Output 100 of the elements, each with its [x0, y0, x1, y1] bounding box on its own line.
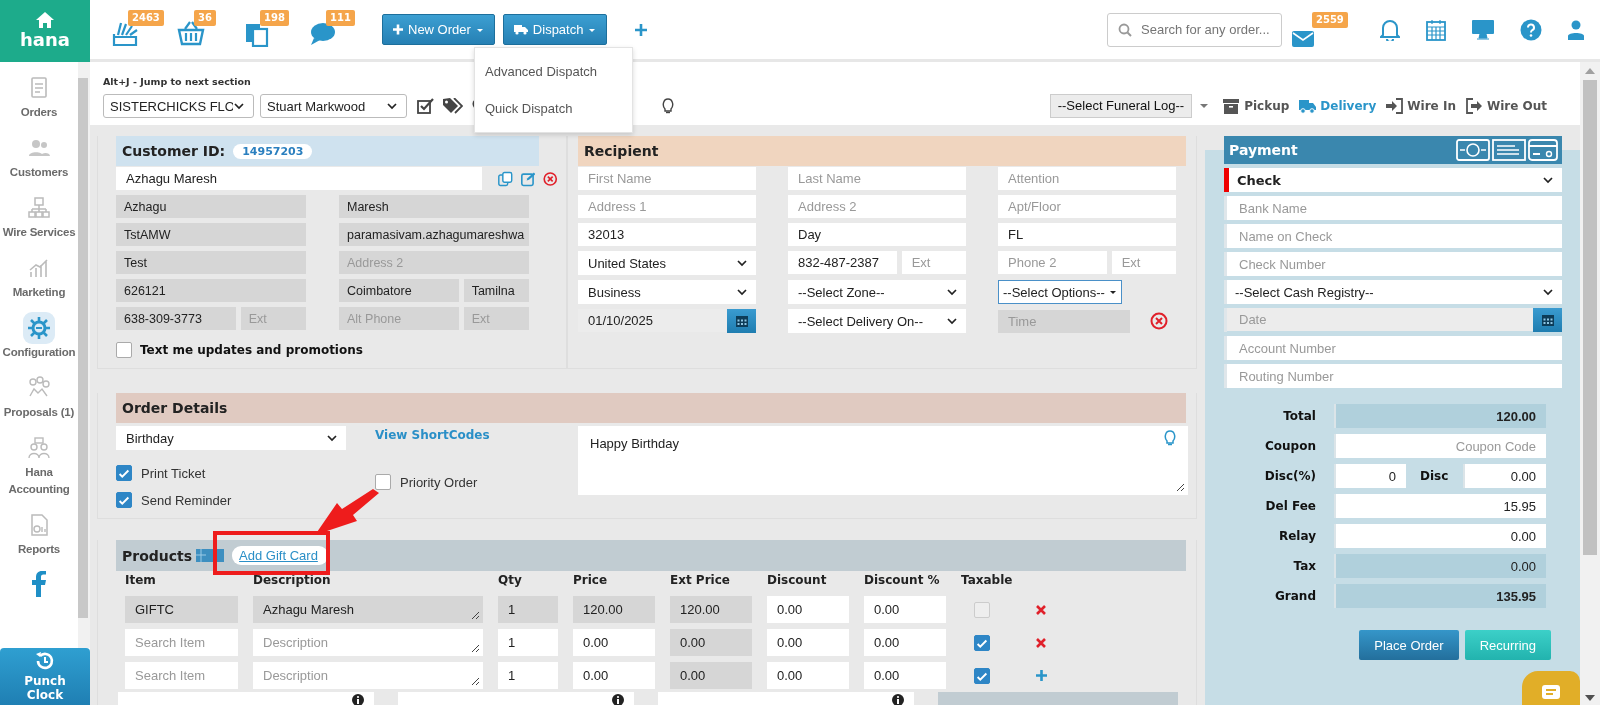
input-field[interactable]: 1 — [498, 662, 558, 689]
input-field[interactable]: Ext — [463, 307, 529, 330]
input-field[interactable]: Date — [1227, 308, 1533, 331]
input-field[interactable]: Coimbatore — [339, 279, 459, 302]
sidebar-item[interactable]: Hana Accounting — [0, 430, 78, 507]
input-field[interactable]: Apt/Floor — [998, 195, 1176, 218]
column-header: Discount — [767, 572, 828, 589]
sidebar-item[interactable]: Configuration — [0, 310, 78, 370]
input-field[interactable]: 32013 — [578, 223, 756, 246]
input-field[interactable]: Coupon Code — [1334, 434, 1546, 458]
input-field[interactable]: 0.00 — [864, 662, 946, 689]
input-field[interactable]: TstAMW — [116, 223, 306, 246]
input-field[interactable]: 0.00 — [864, 596, 946, 623]
select-field[interactable]: United States — [578, 251, 756, 275]
order-type-tab[interactable]: Wire In — [1383, 98, 1459, 114]
order-type-tab[interactable]: Pickup — [1220, 98, 1293, 114]
input-field[interactable]: 0.00 — [670, 662, 752, 689]
input-field[interactable]: Ext — [240, 307, 306, 330]
column-header: Ext Price — [670, 572, 731, 589]
input-field[interactable]: 832-487-2387 — [788, 251, 897, 274]
input-field[interactable]: FL — [998, 223, 1176, 246]
input-field[interactable]: Address 2 — [788, 195, 966, 218]
input-field[interactable]: Routing Number — [1224, 364, 1562, 388]
input-field[interactable]: Last Name — [788, 167, 966, 190]
column-header: Description — [253, 572, 332, 589]
input-field[interactable]: 0.00 — [573, 662, 655, 689]
input-field[interactable]: Phone 2 — [998, 251, 1107, 274]
input-field[interactable]: Bank Name — [1224, 196, 1562, 220]
punch-clock-button[interactable]: Punch Clock — [0, 648, 90, 705]
input-field[interactable]: 1 — [498, 629, 558, 656]
input-field[interactable]: Attention — [998, 167, 1176, 190]
field-label: Disc(%) — [1263, 469, 1316, 483]
input-field[interactable]: 15.95 — [1334, 494, 1546, 518]
dispatch-button[interactable]: Dispatch — [502, 14, 608, 45]
input-field[interactable]: Ext — [901, 251, 966, 274]
input-field[interactable]: 0.00 — [767, 662, 849, 689]
select-field[interactable]: Stuart Markwood — [260, 94, 407, 118]
input-field[interactable]: paramasivam.azhagumareshwa — [339, 223, 529, 246]
input-field[interactable]: 0.00 — [1463, 464, 1546, 488]
input-field[interactable]: Name on Check — [1224, 224, 1562, 248]
input-field[interactable]: 120.00 — [670, 596, 752, 623]
select-field[interactable]: Check — [1224, 168, 1562, 192]
menu-item[interactable]: Quick Dispatch — [475, 90, 632, 127]
input-field[interactable]: 135.95 — [1334, 584, 1546, 608]
input-field[interactable]: Day — [788, 223, 966, 246]
select-field[interactable]: --Select Delivery On-- — [788, 309, 966, 333]
input-field[interactable]: Test — [116, 251, 306, 274]
input-field[interactable]: 0.00 — [573, 629, 655, 656]
input-field[interactable]: 120.00 — [1334, 404, 1546, 428]
text-area[interactable]: Azhagu Maresh — [253, 596, 483, 623]
sidebar-item[interactable]: Orders — [0, 70, 78, 130]
input-field[interactable]: Address 2 — [339, 251, 529, 274]
message-field[interactable]: Happy Birthday — [578, 426, 1188, 495]
input-field[interactable]: Check Number — [1224, 252, 1562, 276]
brand-name: hana — [20, 30, 70, 50]
sidebar-item[interactable]: Reports — [0, 507, 78, 567]
dropdown-button[interactable]: --Select Options-- — [998, 280, 1122, 304]
input-field[interactable]: GIFTC — [125, 596, 238, 623]
input-field[interactable]: 120.00 — [573, 596, 655, 623]
input-field[interactable]: Azhagu — [116, 195, 306, 218]
new-order-button[interactable]: New Order — [382, 14, 495, 45]
input-field[interactable]: Time — [998, 309, 1130, 333]
select-field[interactable]: --Select Funeral Log-- — [1049, 94, 1193, 118]
input-field[interactable]: Azhagu Maresh — [116, 167, 483, 190]
input-field[interactable]: Search Item — [125, 662, 238, 689]
input-field[interactable]: Search Item — [125, 629, 238, 656]
input-field[interactable]: 0.00 — [767, 629, 849, 656]
sidebar-item[interactable]: Wire Services — [0, 190, 78, 250]
search-field[interactable]: Search for any order... — [1107, 12, 1282, 47]
select-field[interactable]: --Select Zone-- — [788, 280, 966, 304]
menu-item[interactable]: Advanced Dispatch — [475, 53, 632, 90]
input-field[interactable]: 1 — [498, 596, 558, 623]
input-field[interactable]: Maresh — [339, 195, 529, 218]
input-field[interactable]: Account Number — [1224, 336, 1562, 360]
field-label: Grand — [1274, 589, 1316, 603]
input-field[interactable]: Address 1 — [578, 195, 756, 218]
add-gift-card-link[interactable]: Add Gift Card — [232, 546, 328, 565]
input-field[interactable]: 626121 — [116, 279, 306, 302]
field-label: Coupon — [1264, 439, 1316, 453]
input-field[interactable]: 0.00 — [1334, 554, 1546, 578]
sidebar-item[interactable]: Marketing — [0, 250, 78, 310]
input-field[interactable]: 638-309-3773 — [116, 307, 236, 330]
input-field[interactable]: 0.00 — [864, 629, 946, 656]
count-badge: 2463 — [128, 9, 164, 26]
select-field[interactable]: --Select Cash Registry-- — [1224, 280, 1562, 304]
input-field[interactable]: Ext — [1111, 251, 1176, 274]
sidebar-item[interactable]: Customers — [0, 130, 78, 190]
input-field[interactable]: 0.00 — [767, 596, 849, 623]
input-field[interactable]: Tamilna — [463, 279, 529, 302]
input-field[interactable]: First Name — [578, 167, 756, 190]
select-field[interactable]: Business — [578, 280, 756, 304]
input-field[interactable]: 0.00 — [1334, 524, 1546, 548]
place-order-button[interactable]: Place Order — [1359, 630, 1459, 660]
input-field[interactable]: 0.00 — [670, 629, 752, 656]
input-field[interactable]: 0 — [1334, 464, 1406, 488]
input-field[interactable]: Alt Phone — [339, 307, 459, 330]
sidebar-item[interactable]: Proposals (1) — [0, 370, 78, 430]
checkbox-label: Text me updates and promotions — [140, 343, 363, 357]
select-field[interactable]: Birthday — [116, 426, 346, 450]
order-type-tab[interactable]: Wire Out — [1462, 98, 1550, 114]
